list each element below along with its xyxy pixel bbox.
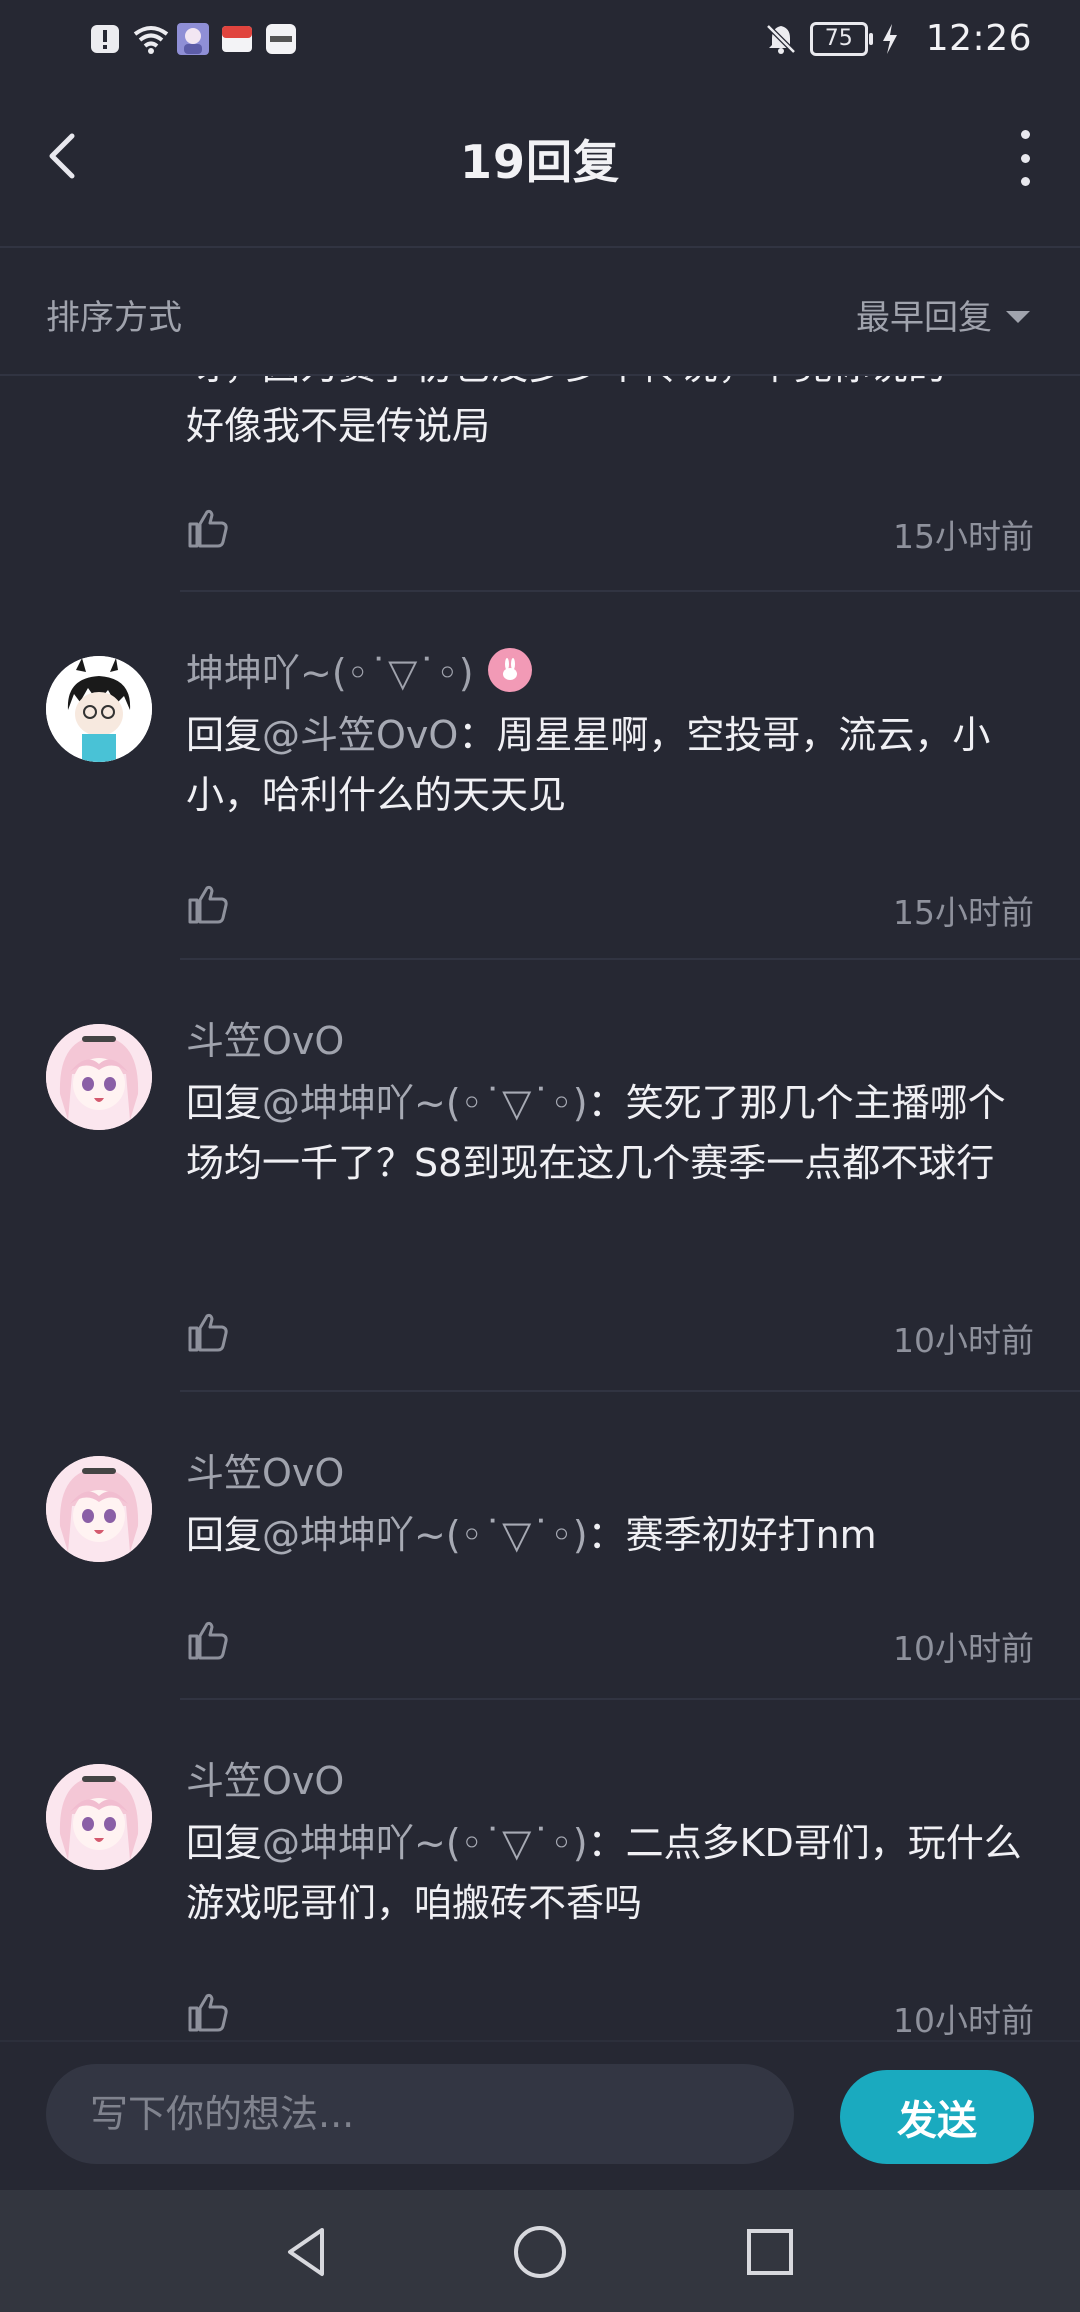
mention-link[interactable]: @坤坤吖~(◦˙▽˙◦) [262,1513,588,1557]
comment-author[interactable]: 斗笠OvO [186,1010,1034,1065]
sort-label: 排序方式 [46,298,182,338]
status-right-icons: 75 12:26 [764,18,1032,59]
reply-prefix: 回复 [186,1081,263,1125]
comment-text: 回复@坤坤吖~(◦˙▽˙◦)：二点多KD哥们，玩什么游戏呢哥们，咱搬砖不香吗 [186,1813,1034,1933]
reply-input[interactable] [46,2064,794,2164]
reply-prefix: 回复 [186,1821,263,1865]
sort-bar: 排序方式 最早回复 [0,248,1080,376]
status-left-icons [88,22,298,56]
comment-footer: 10小时前 [186,1310,1034,1360]
author-name: 斗笠OvO [186,1019,345,1063]
comment-time: 10小时前 [893,1321,1034,1360]
reply-separator: ： [458,713,497,757]
more-dot-icon [1020,177,1030,186]
battery-indicator: 75 [809,21,873,56]
girl-avatar-image [46,1024,152,1130]
alert-icon [88,22,122,56]
thumbs-up-icon[interactable] [186,1310,230,1354]
reply-prefix: 回复 [186,1513,263,1557]
thumbs-up-icon[interactable] [186,1618,230,1662]
rabbit-badge-icon [487,647,532,692]
app-avatar-icon [176,22,210,56]
page-title: 19回复 [459,135,620,189]
comment-item: 斗笠OvO 回复@坤坤吖~(◦˙▽˙◦)：赛季初好打nm 10小时前 [0,1392,1080,1700]
header: 19回复 [0,82,1080,248]
status-time: 12:26 [925,18,1032,59]
circle-home-icon [514,2226,566,2278]
triangle-back-icon [288,2228,324,2276]
reply-prefix: 回复 [186,713,263,757]
send-button[interactable]: 发送 [840,2070,1034,2164]
sort-dropdown[interactable]: 最早回复 [856,290,1030,339]
mention-link[interactable]: @坤坤吖~(◦˙▽˙◦) [262,1081,588,1125]
author-name: 斗笠OvO [186,1451,345,1495]
comment-author[interactable]: 斗笠OvO [186,1442,1034,1497]
mention-link[interactable]: @坤坤吖~(◦˙▽˙◦) [262,1821,588,1865]
comment-footer: 10小时前 [186,1990,1034,2040]
comment-text-line: 呀，因为赛季初也没多少个传说，毕竟你说的 [186,376,1040,396]
system-nav-bar [0,2190,1080,2312]
app-store-icon [220,22,254,56]
thumbs-up-icon[interactable] [186,1990,230,2034]
status-bar: 75 12:26 [0,0,1080,82]
comment-text: 回复@坤坤吖~(◦˙▽˙◦)：赛季初好打nm [186,1505,1034,1565]
reply-separator: ： [587,1513,626,1557]
charging-icon [880,22,914,56]
nav-back-button[interactable] [276,2220,340,2284]
nav-recents-button[interactable] [738,2220,802,2284]
sort-value-text: 最早回复 [856,298,992,338]
comment-text: 回复@坤坤吖~(◦˙▽˙◦)：笑死了那几个主播哪个场均一千了？S8到现在这几个赛… [186,1073,1034,1193]
comment-time: 15小时前 [893,517,1034,556]
bell-muted-icon [764,22,798,56]
mention-link[interactable]: @斗笠OvO [262,713,458,757]
girl-avatar-image [46,1456,152,1562]
huawei-app-icon [264,22,298,56]
avatar[interactable] [46,1024,152,1130]
comment-item: 斗笠OvO 回复@坤坤吖~(◦˙▽˙◦)：笑死了那几个主播哪个场均一千了？S8到… [0,960,1080,1392]
author-name: 坤坤吖~(◦˙▽˙◦) [186,651,474,695]
nav-home-button[interactable] [508,2220,572,2284]
comment-body: 斗笠OvO 回复@坤坤吖~(◦˙▽˙◦)：赛季初好打nm [186,1442,1034,1565]
girl-avatar-image [46,1764,152,1870]
comment-item: 斗笠OvO 回复@坤坤吖~(◦˙▽˙◦)：二点多KD哥们，玩什么游戏呢哥们，咱搬… [0,1700,1080,2040]
caret-down-icon [1006,310,1030,323]
comment-body: 坤坤吖~(◦˙▽˙◦) 回复@斗笠OvO：周星星啊，空投哥，流云，小小，哈利什么… [186,642,1034,825]
comment-footer: 10小时前 [186,1618,1034,1668]
comment-footer: 15小时前 [186,506,1034,556]
thumbs-up-icon[interactable] [186,882,230,926]
comment-text: 回复@斗笠OvO：周星星啊，空投哥，流云，小小，哈利什么的天天见 [186,705,1034,825]
comment-author[interactable]: 斗笠OvO [186,1750,1034,1805]
reply-separator: ： [587,1821,626,1865]
reply-input-bar: 发送 [0,2040,1080,2192]
comment-text-line: 好像我不是传说局 [186,404,491,448]
author-name: 斗笠OvO [186,1759,345,1803]
wifi-icon [132,22,169,56]
more-dot-icon [1020,153,1030,163]
reply-separator: ： [587,1081,626,1125]
comment-item: 坤坤吖~(◦˙▽˙◦) 回复@斗笠OvO：周星星啊，空投哥，流云，小小，哈利什么… [0,590,1080,958]
comment-list[interactable]: 呀，因为赛季初也没多少个传说，毕竟你说的 好像我不是传说局 15小时前 坤坤吖~… [0,376,1080,2040]
comment-body: 斗笠OvO 回复@坤坤吖~(◦˙▽˙◦)：二点多KD哥们，玩什么游戏呢哥们，咱搬… [186,1750,1034,1933]
square-recents-icon [747,2229,793,2275]
reply-text: 赛季初好打nm [625,1513,877,1557]
comment-time: 10小时前 [893,1629,1034,1668]
boy-avatar-image [46,656,152,762]
thumbs-up-icon[interactable] [186,506,230,550]
comment-time: 15小时前 [893,893,1034,932]
avatar[interactable] [46,1456,152,1562]
comment-body: 斗笠OvO 回复@坤坤吖~(◦˙▽˙◦)：笑死了那几个主播哪个场均一千了？S8到… [186,1010,1034,1193]
comment-author[interactable]: 坤坤吖~(◦˙▽˙◦) [186,642,1034,697]
comment-partial: 呀，因为赛季初也没多少个传说，毕竟你说的 好像我不是传说局 [186,376,1040,456]
more-dot-icon [1020,130,1030,139]
comment-footer: 15小时前 [186,882,1034,932]
more-options-button[interactable] [1008,130,1042,186]
avatar[interactable] [46,1764,152,1870]
comment-time: 10小时前 [893,2001,1034,2040]
avatar[interactable] [46,656,152,762]
